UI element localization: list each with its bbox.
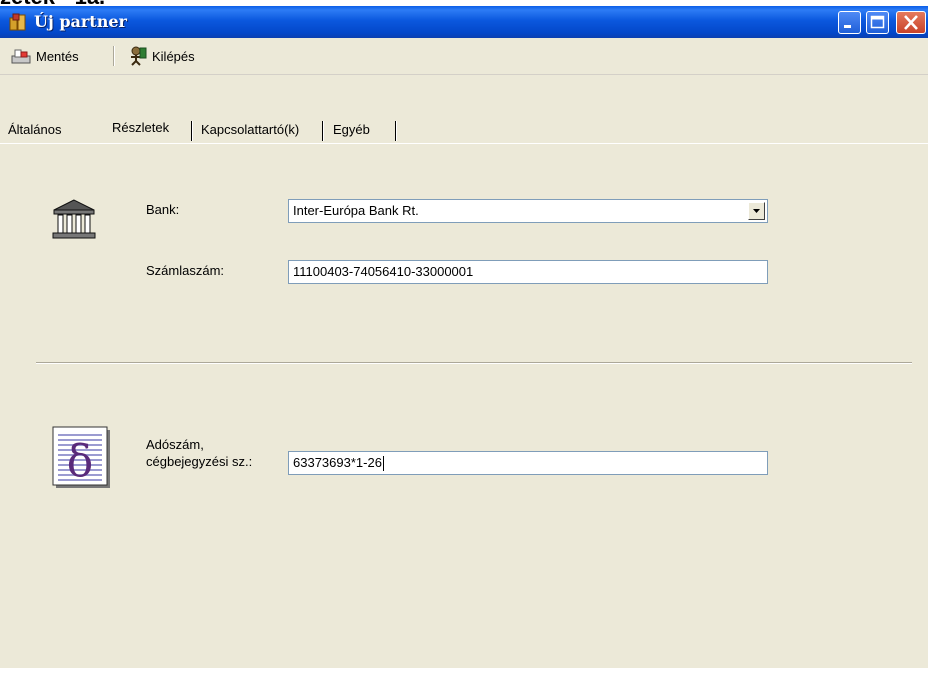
- toolbar-separator: [113, 46, 115, 66]
- tax-label-line2: cégbejegyzési sz.:: [146, 454, 253, 469]
- exit-label: Kilépés: [152, 48, 195, 64]
- tab-other[interactable]: Egyéb: [333, 117, 370, 143]
- save-button[interactable]: Mentés: [10, 44, 79, 68]
- app-icon: [9, 13, 26, 31]
- paragraph-document-icon: δ: [52, 426, 110, 488]
- tax-number-label: Adószám, cégbejegyzési sz.:: [146, 436, 252, 470]
- tab-panel-edge: [0, 143, 928, 144]
- title-bar[interactable]: Új partner: [0, 6, 928, 38]
- dropdown-arrow-button[interactable]: [748, 202, 765, 220]
- exit-icon: [131, 46, 147, 66]
- save-icon: [11, 49, 31, 64]
- maximize-icon: [870, 15, 885, 29]
- maximize-button[interactable]: [866, 11, 889, 34]
- tab-details[interactable]: Részletek: [112, 115, 169, 141]
- close-button[interactable]: [896, 11, 926, 34]
- account-number-value: 11100403-74056410-33000001: [293, 264, 474, 279]
- text-caret: [382, 456, 384, 472]
- tax-number-value: 63373693*1-26: [293, 455, 382, 470]
- tab-divider: [322, 121, 324, 141]
- account-number-label: Számlaszám:: [146, 263, 225, 278]
- save-label: Mentés: [36, 48, 79, 64]
- bank-dropdown[interactable]: Inter-Európa Bank Rt.: [288, 199, 768, 223]
- exit-button[interactable]: Kilépés: [126, 44, 195, 68]
- tab-general[interactable]: Általános: [8, 117, 61, 143]
- section-divider: [36, 362, 912, 364]
- account-number-field[interactable]: 11100403-74056410-33000001: [288, 260, 768, 284]
- chevron-down-icon: [753, 209, 760, 213]
- minimize-button[interactable]: [838, 11, 861, 34]
- tab-divider: [191, 121, 193, 141]
- bank-selected-value: Inter-Európa Bank Rt.: [293, 203, 419, 218]
- minimize-icon: [844, 25, 851, 28]
- bank-icon: [52, 199, 96, 239]
- svg-text:δ: δ: [67, 436, 94, 487]
- tax-number-field[interactable]: 63373693*1-26: [288, 451, 768, 475]
- tab-contacts[interactable]: Kapcsolattartó(k): [201, 117, 299, 143]
- window-title: Új partner: [34, 12, 127, 31]
- toolbar: Mentés Kilépés: [0, 38, 928, 75]
- tab-divider: [395, 121, 397, 141]
- tax-label-line1: Adószám,: [146, 437, 204, 452]
- close-icon: [904, 15, 918, 30]
- bank-label: Bank:: [146, 202, 180, 217]
- new-partner-window: Új partner Mentés Kilépés Általános Rész…: [0, 6, 928, 668]
